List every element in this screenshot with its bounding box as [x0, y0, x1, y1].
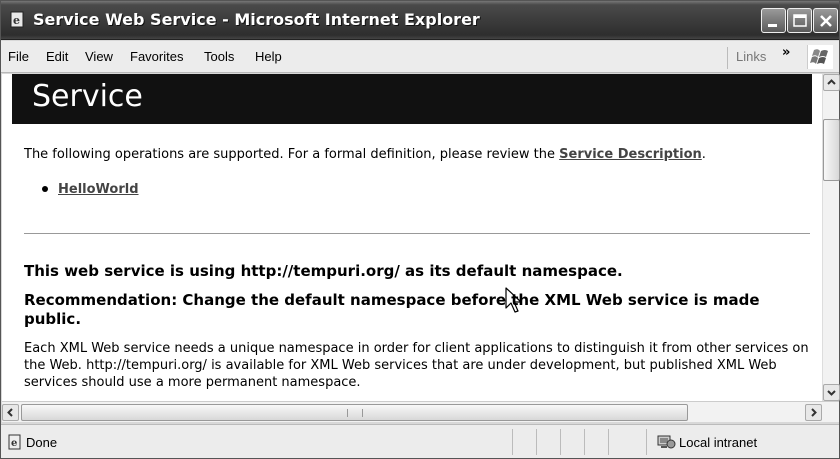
menu-view[interactable]: View: [85, 49, 113, 64]
bullet: [42, 186, 48, 192]
namespace-heading: This web service is using http://tempuri…: [24, 262, 623, 280]
chevron-left-icon: [7, 408, 13, 417]
recommendation-heading: Recommendation: Change the default names…: [24, 291, 760, 328]
status-divider: [512, 429, 513, 455]
page-header: Service: [12, 74, 812, 124]
minimize-button[interactable]: [761, 8, 786, 33]
horizontal-scrollbar[interactable]: [2, 401, 839, 422]
links-toolbar[interactable]: Links »: [727, 45, 797, 69]
divider: [24, 233, 810, 234]
menu-edit[interactable]: Edit: [46, 49, 68, 64]
status-divider: [608, 429, 609, 455]
scroll-left-button[interactable]: [2, 404, 19, 421]
close-icon: [820, 15, 832, 27]
title-bar[interactable]: e Service Web Service - Microsoft Intern…: [1, 1, 839, 40]
scroll-up-button[interactable]: [823, 74, 840, 91]
service-description-link[interactable]: Service Description: [559, 147, 702, 162]
page-title: Service: [32, 79, 143, 114]
menu-help[interactable]: Help: [255, 49, 282, 64]
scroll-grip-icon: [347, 409, 363, 417]
browser-window: e Service Web Service - Microsoft Intern…: [0, 0, 840, 459]
operation-link-helloworld[interactable]: HelloWorld: [58, 182, 139, 197]
namespace-paragraph: Each XML Web service needs a unique name…: [24, 341, 809, 390]
menu-bar: File Edit View Favorites Tools Help Link…: [1, 41, 839, 73]
close-button[interactable]: [813, 8, 838, 33]
status-text: Done: [26, 435, 58, 450]
intro-suffix: .: [701, 147, 706, 162]
status-divider: [584, 429, 585, 455]
window-title: Service Web Service - Microsoft Internet…: [33, 10, 480, 29]
vertical-scroll-thumb[interactable]: [823, 119, 840, 181]
vertical-scrollbar[interactable]: [822, 74, 840, 401]
ie-page-icon: e: [10, 11, 24, 28]
windows-logo-icon: [807, 45, 833, 69]
chevron-down-icon: [827, 390, 836, 396]
maximize-button[interactable]: [787, 8, 812, 33]
svg-text:e: e: [13, 14, 20, 27]
status-divider: [536, 429, 537, 455]
chevron-up-icon: [827, 79, 836, 85]
page-done-icon: e: [8, 434, 21, 450]
scroll-right-button[interactable]: [805, 404, 822, 421]
intro-prefix: The following operations are supported. …: [24, 147, 560, 162]
operations-list: HelloWorld: [42, 182, 139, 197]
local-intranet-icon: [657, 435, 676, 449]
status-divider: [560, 429, 561, 455]
minimize-icon: [768, 24, 777, 27]
links-label: Links: [736, 49, 767, 64]
status-bar: e Done Local intranet: [1, 424, 839, 458]
page-viewport[interactable]: Service The following operations are sup…: [2, 74, 822, 401]
maximize-icon: [793, 14, 807, 27]
security-zone-label: Local intranet: [679, 435, 758, 450]
status-divider: [646, 429, 647, 455]
chevron-right-icon: [811, 408, 817, 417]
menu-tools[interactable]: Tools: [204, 49, 234, 64]
scroll-down-button[interactable]: [823, 384, 840, 401]
chevron-right-icon[interactable]: »: [782, 45, 790, 60]
svg-text:e: e: [11, 438, 17, 449]
menu-favorites[interactable]: Favorites: [130, 49, 183, 64]
menu-file[interactable]: File: [8, 49, 29, 64]
horizontal-scroll-thumb[interactable]: [21, 404, 688, 421]
intro-text: The following operations are supported. …: [24, 147, 706, 162]
